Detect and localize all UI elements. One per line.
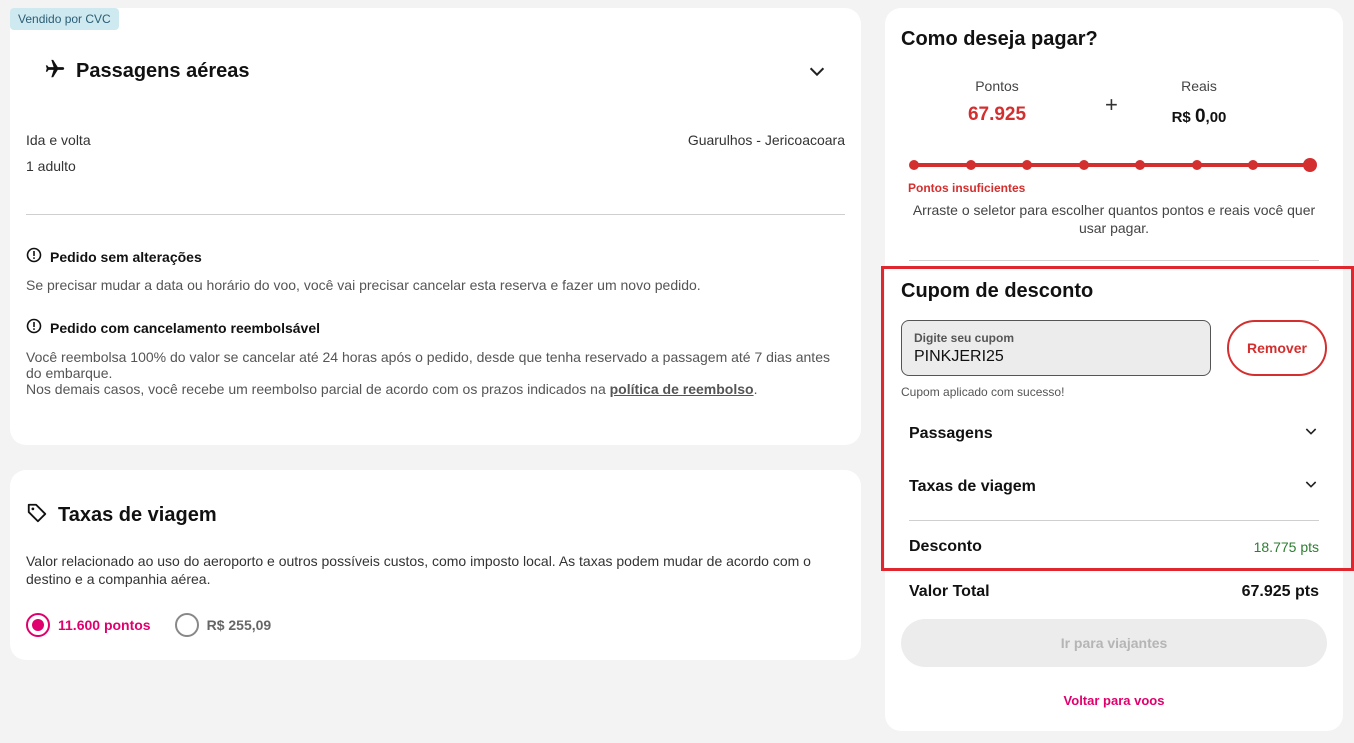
taxes-header: Taxas de viagem — [26, 502, 217, 529]
taxes-option-reais[interactable]: R$ 255,09 — [174, 613, 272, 637]
slider-stop[interactable] — [965, 160, 976, 170]
taxes-options: 11.600 pontos R$ 255,09 — [26, 613, 271, 637]
slider-stop[interactable] — [909, 160, 919, 170]
taxes-description: Valor relacionado ao uso do aeroporto e … — [26, 553, 811, 587]
chevron-down-icon[interactable] — [806, 60, 828, 87]
taxes-title: Taxas de viagem — [58, 504, 217, 526]
discount-label: Desconto — [909, 538, 982, 555]
passenger-count: 1 adulto — [26, 158, 76, 174]
flights-card: Passagens aéreas Ida e volta 1 adulto Gu… — [10, 8, 861, 445]
plus-sign: + — [1105, 92, 1118, 117]
tag-icon — [26, 502, 48, 529]
slider-stop[interactable] — [1191, 160, 1202, 170]
info-icon — [26, 318, 42, 337]
total-value: 67.925 pts — [1241, 583, 1319, 600]
radio-selected[interactable] — [26, 613, 50, 637]
discount-row: Desconto 18.775 pts — [909, 538, 1319, 556]
refund-line-1: Você reembolsa 100% do valor se cancelar… — [26, 349, 830, 381]
info-icon — [26, 247, 42, 266]
notice-title: Pedido com cancelamento reembolsável — [50, 319, 320, 336]
notice-title: Pedido sem alterações — [50, 248, 202, 265]
refund-text: Você reembolsa 100% do valor se cancelar… — [26, 349, 836, 397]
accordion-label: Taxas de viagem — [909, 477, 1036, 495]
slider-stop[interactable] — [1248, 160, 1259, 170]
notice-refundable: Pedido com cancelamento reembolsável — [26, 318, 320, 337]
chevron-down-icon[interactable] — [1303, 423, 1319, 444]
divider — [909, 520, 1319, 521]
accordion-taxas[interactable]: Taxas de viagem — [909, 476, 1319, 497]
slider-handle[interactable] — [1303, 158, 1317, 172]
flights-header[interactable]: Passagens aéreas — [44, 58, 249, 85]
slider-stop[interactable] — [1135, 160, 1146, 170]
taxes-option-points-label: 11.600 pontos — [58, 617, 151, 633]
slider-stop[interactable] — [1022, 160, 1033, 170]
coupon-success-message: Cupom aplicado com sucesso! — [901, 385, 1065, 399]
go-to-travelers-button[interactable]: Ir para viajantes — [901, 619, 1327, 667]
notice-text: Se precisar mudar a data ou horário do v… — [26, 277, 701, 293]
discount-value: 18.775 pts — [1253, 539, 1319, 555]
remove-coupon-button[interactable]: Remover — [1227, 320, 1327, 376]
insufficient-points-warning: Pontos insuficientes — [908, 181, 1026, 195]
taxes-card: Taxas de viagem Valor relacionado ao uso… — [10, 470, 861, 660]
refund-line-end: . — [753, 381, 758, 397]
divider — [909, 260, 1319, 261]
radio-unselected[interactable] — [174, 613, 199, 637]
refund-line-2-text: Nos demais casos, você recebe um reembol… — [26, 381, 610, 397]
slider-hint: Arraste o seletor para escolher quantos … — [912, 202, 1316, 236]
refund-line-2: Nos demais casos, você recebe um reembol… — [26, 381, 836, 397]
slider-stop[interactable] — [1078, 160, 1089, 170]
payment-title: Como deseja pagar? — [901, 28, 1098, 50]
total-label: Valor Total — [909, 583, 990, 600]
taxes-option-reais-label: R$ 255,09 — [206, 617, 272, 633]
reais-decimal: ,00 — [1205, 109, 1227, 126]
coupon-input[interactable] — [914, 348, 1194, 366]
back-to-flights-link[interactable]: Voltar para voos — [901, 693, 1327, 708]
points-value: 67.925 — [967, 104, 1027, 125]
flights-title: Passagens aéreas — [76, 60, 250, 82]
reais-integer: 0 — [1194, 106, 1206, 127]
refund-policy-link[interactable]: política de reembolso — [610, 381, 754, 397]
coupon-title: Cupom de desconto — [901, 280, 1094, 302]
airplane-icon — [44, 58, 66, 85]
reais-value: R$ 0,00 — [1129, 106, 1269, 128]
points-slider[interactable] — [907, 158, 1317, 172]
payment-card: Como deseja pagar? Pontos 67.925 + Reais… — [885, 8, 1343, 731]
coupon-field-label: Digite seu cupom — [914, 331, 1015, 345]
coupon-field[interactable]: Digite seu cupom — [901, 320, 1211, 376]
vendor-badge: Vendido por CVC — [10, 8, 119, 30]
accordion-label: Passagens — [909, 424, 993, 442]
chevron-down-icon[interactable] — [1303, 476, 1319, 497]
total-row: Valor Total 67.925 pts — [909, 583, 1319, 601]
notice-no-changes: Pedido sem alterações — [26, 247, 202, 266]
accordion-passagens[interactable]: Passagens — [909, 423, 1319, 444]
reais-label: Reais — [1181, 78, 1217, 94]
taxes-option-points[interactable]: 11.600 pontos — [26, 613, 151, 637]
divider — [26, 214, 845, 215]
trip-type: Ida e volta — [26, 132, 91, 148]
flight-route: Guarulhos - Jericoacoara — [687, 132, 845, 148]
points-label: Pontos — [975, 78, 1019, 94]
reais-prefix: R$ — [1171, 109, 1191, 126]
